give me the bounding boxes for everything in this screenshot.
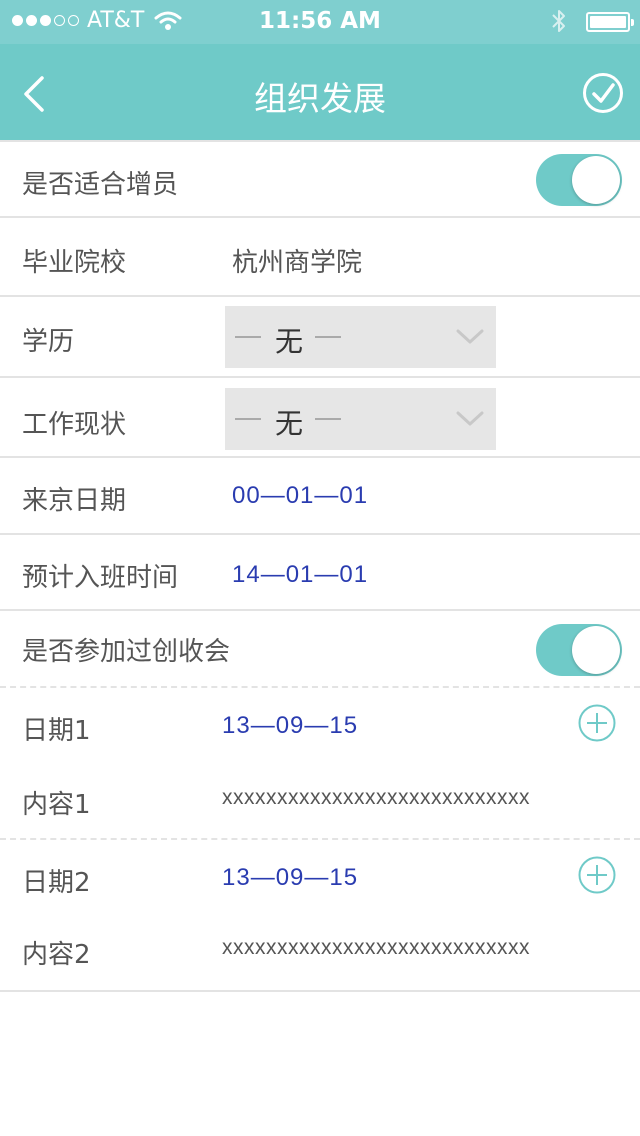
- class-date-value[interactable]: 14—01—01: [232, 561, 368, 589]
- education-selected: 无: [275, 325, 304, 358]
- suitable-recruit-label: 是否适合增员: [22, 170, 179, 200]
- entry-content-label: 内容2: [22, 940, 91, 970]
- attended-meeting-label: 是否参加过创收会: [22, 637, 231, 667]
- work-status-label: 工作现状: [22, 410, 127, 440]
- status-bar: AT&T 11:56 AM: [0, 0, 640, 44]
- dash-left: [235, 418, 261, 420]
- entry-1: 日期1 13—09—15 内容1 xxxxxxxxxxxxxxxxxxxxxxx…: [0, 688, 640, 840]
- work-status-select[interactable]: 无: [225, 388, 496, 450]
- entry-content-value[interactable]: xxxxxxxxxxxxxxxxxxxxxxxxxxxx: [222, 786, 530, 810]
- row-arrival-date: 来京日期 00—01—01: [0, 458, 640, 535]
- add-plus-icon[interactable]: [578, 704, 616, 742]
- row-education: 学历 无: [0, 297, 640, 378]
- entry-date-label: 日期1: [22, 716, 91, 746]
- row-work-status: 工作现状 无: [0, 378, 640, 458]
- toggle-knob: [572, 156, 620, 204]
- entry-content-value[interactable]: xxxxxxxxxxxxxxxxxxxxxxxxxxxx: [222, 936, 530, 960]
- attended-meeting-toggle[interactable]: [536, 624, 622, 676]
- battery-icon: [586, 12, 634, 32]
- chevron-down-icon: [456, 329, 484, 344]
- bluetooth-icon: [552, 10, 565, 32]
- class-date-label: 预计入班时间: [22, 563, 179, 593]
- entry-date-value[interactable]: 13—09—15: [222, 864, 358, 892]
- work-status-selected: 无: [275, 407, 304, 440]
- school-value[interactable]: 杭州商学院: [232, 242, 362, 279]
- confirm-check-icon[interactable]: [582, 72, 624, 114]
- clock: 11:56 AM: [259, 8, 381, 34]
- entry-content-label: 内容1: [22, 790, 91, 820]
- toggle-knob: [572, 626, 620, 674]
- dash-right: [315, 418, 341, 420]
- entry-date-label: 日期2: [22, 868, 91, 898]
- suitable-recruit-toggle[interactable]: [536, 154, 622, 206]
- add-plus-icon[interactable]: [578, 856, 616, 894]
- chevron-down-icon: [456, 411, 484, 426]
- education-label: 学历: [22, 327, 75, 357]
- arrival-date-label: 来京日期: [22, 486, 127, 516]
- row-attended-meeting: 是否参加过创收会: [0, 611, 640, 688]
- page-title: 组织发展: [254, 79, 386, 118]
- entry-2: 日期2 13—09—15 内容2 xxxxxxxxxxxxxxxxxxxxxxx…: [0, 840, 640, 992]
- education-select[interactable]: 无: [225, 306, 496, 368]
- row-suitable-recruit: 是否适合增员: [0, 140, 640, 218]
- entry-date-value[interactable]: 13—09—15: [222, 712, 358, 740]
- dash-right: [315, 336, 341, 338]
- navigation-bar: 组织发展: [0, 44, 640, 140]
- arrival-date-value[interactable]: 00—01—01: [232, 482, 368, 510]
- row-school: 毕业院校 杭州商学院: [0, 218, 640, 297]
- row-class-date: 预计入班时间 14—01—01: [0, 535, 640, 611]
- dash-left: [235, 336, 261, 338]
- school-label: 毕业院校: [22, 248, 127, 278]
